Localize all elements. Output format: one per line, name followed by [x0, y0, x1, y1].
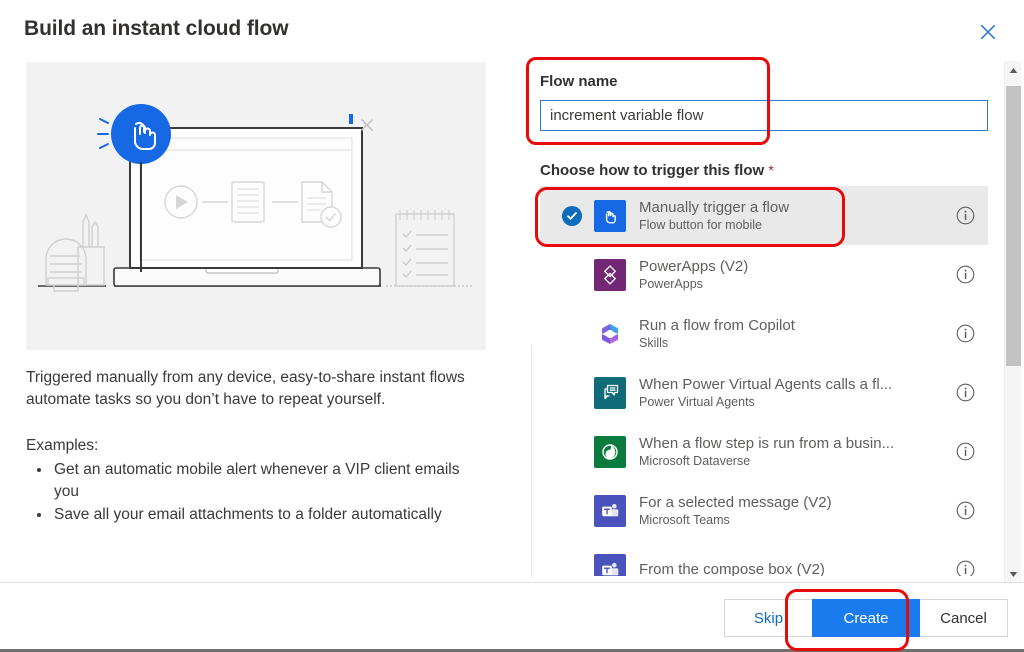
- info-icon[interactable]: [950, 383, 980, 402]
- trigger-text-group: From the compose box (V2): [639, 560, 950, 576]
- create-button[interactable]: Create: [812, 599, 920, 637]
- scroll-up-button[interactable]: [1005, 61, 1021, 78]
- required-marker: *: [768, 162, 774, 178]
- power-virtual-agents-icon: [594, 376, 626, 409]
- list-item: Save all your email attachments to a fol…: [52, 504, 488, 526]
- trigger-title: When a flow step is run from a busin...: [639, 434, 895, 452]
- trigger-row[interactable]: PowerApps (V2) PowerApps: [540, 245, 988, 304]
- info-icon[interactable]: [950, 265, 980, 284]
- dialog-footer: Skip Create Cancel: [0, 583, 1024, 652]
- info-icon[interactable]: [950, 501, 980, 520]
- trigger-title: Run a flow from Copilot: [639, 316, 795, 334]
- trigger-list[interactable]: Manually trigger a flow Flow button for …: [540, 186, 988, 576]
- trigger-text-group: PowerApps (V2) PowerApps: [639, 257, 950, 293]
- trigger-radio[interactable]: [550, 205, 594, 226]
- footer-button-group: Skip Create Cancel: [724, 599, 1008, 637]
- trigger-row[interactable]: Manually trigger a flow Flow button for …: [540, 186, 988, 245]
- dataverse-icon: [594, 435, 626, 468]
- trigger-row[interactable]: When a flow step is run from a busin... …: [540, 422, 988, 481]
- cancel-button[interactable]: Cancel: [920, 599, 1008, 637]
- trigger-subtitle: Flow button for mobile: [639, 217, 762, 232]
- info-icon[interactable]: [950, 206, 980, 225]
- build-instant-cloud-flow-dialog: Build an instant cloud flow Triggered ma…: [0, 0, 1024, 652]
- trigger-text-group: When a flow step is run from a busin... …: [639, 434, 950, 470]
- trigger-text-group: Manually trigger a flow Flow button for …: [639, 198, 950, 234]
- laptop-flow-illustration: [38, 104, 474, 292]
- trigger-label-text: Choose how to trigger this flow: [540, 162, 765, 179]
- flow-name-label: Flow name: [540, 73, 618, 90]
- trigger-title: When Power Virtual Agents calls a fl...: [639, 375, 893, 393]
- teams-icon: [594, 553, 626, 576]
- trigger-text-group: When Power Virtual Agents calls a fl... …: [639, 375, 950, 411]
- trigger-subtitle: Microsoft Dataverse: [639, 453, 751, 468]
- flow-illustration: [26, 62, 486, 350]
- right-config-pane: Flow name Choose how to trigger this flo…: [531, 52, 1001, 582]
- trigger-title: PowerApps (V2): [639, 257, 749, 275]
- page-title: Build an instant cloud flow: [24, 17, 289, 40]
- flow-description-block: Triggered manually from any device, easy…: [26, 367, 488, 527]
- trigger-subtitle: Power Virtual Agents: [639, 394, 755, 409]
- examples-list: Get an automatic mobile alert whenever a…: [26, 459, 488, 526]
- powerapps-icon: [594, 258, 626, 291]
- vertical-scrollbar[interactable]: [1004, 61, 1021, 582]
- scroll-down-button[interactable]: [1005, 565, 1021, 582]
- info-icon[interactable]: [950, 560, 980, 576]
- teams-icon: [594, 494, 626, 527]
- trigger-section-label: Choose how to trigger this flow *: [540, 162, 774, 179]
- trigger-title: For a selected message (V2): [639, 493, 832, 511]
- trigger-subtitle: PowerApps: [639, 276, 703, 291]
- skip-button[interactable]: Skip: [724, 599, 812, 637]
- caret-down-icon: [1009, 565, 1018, 583]
- caret-up-icon: [1009, 61, 1018, 79]
- close-button[interactable]: [974, 18, 1002, 46]
- list-item: Get an automatic mobile alert whenever a…: [52, 459, 488, 503]
- dialog-header: Build an instant cloud flow: [0, 0, 1024, 52]
- close-icon: [980, 24, 996, 40]
- examples-label: Examples:: [26, 437, 99, 454]
- scrollbar-thumb[interactable]: [1006, 86, 1021, 366]
- trigger-title: Manually trigger a flow: [639, 198, 790, 216]
- trigger-row[interactable]: When Power Virtual Agents calls a fl... …: [540, 363, 988, 422]
- trigger-row[interactable]: Run a flow from Copilot Skills: [540, 304, 988, 363]
- trigger-text-group: For a selected message (V2) Microsoft Te…: [639, 493, 950, 529]
- left-info-pane: Triggered manually from any device, easy…: [0, 52, 510, 582]
- trigger-subtitle: Microsoft Teams: [639, 512, 730, 527]
- trigger-row[interactable]: From the compose box (V2): [540, 540, 988, 576]
- flow-description: Triggered manually from any device, easy…: [26, 369, 465, 408]
- trigger-row[interactable]: For a selected message (V2) Microsoft Te…: [540, 481, 988, 540]
- info-icon[interactable]: [950, 442, 980, 461]
- copilot-icon: [594, 317, 626, 350]
- trigger-subtitle: Skills: [639, 335, 669, 350]
- flow-button-icon: [594, 199, 626, 232]
- trigger-title: From the compose box (V2): [639, 561, 825, 576]
- flow-name-input[interactable]: [540, 100, 988, 131]
- info-icon[interactable]: [950, 324, 980, 343]
- check-circle-icon: [562, 205, 582, 226]
- trigger-text-group: Run a flow from Copilot Skills: [639, 316, 950, 352]
